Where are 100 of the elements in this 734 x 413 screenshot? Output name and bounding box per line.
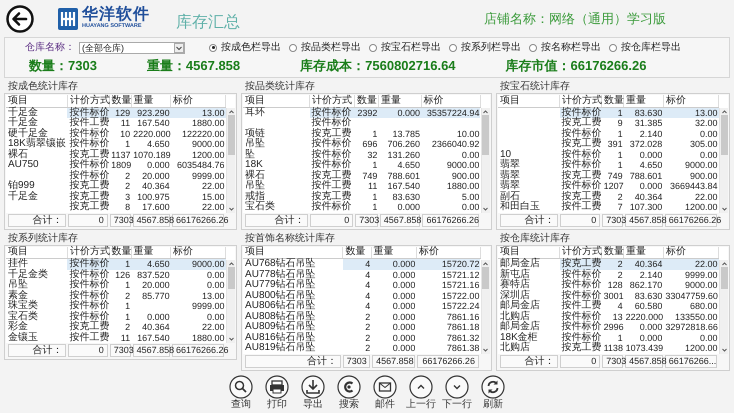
table-row[interactable]: 副石 按克工费 2 40.364 22.00: [498, 192, 718, 202]
table-row[interactable]: 按克工费 9 31.385 32.00: [498, 118, 718, 128]
table-row[interactable]: 素金 按件标价 2 85.770 13.00: [6, 290, 226, 301]
refresh-icon[interactable]: [481, 374, 505, 398]
table-row[interactable]: 项链 按克工费 1 13.785 10.00: [243, 128, 480, 139]
table-row[interactable]: 裸石 按克工费 749 788.601 900.00: [243, 170, 480, 181]
table-row[interactable]: 宝石类 按件标价 1 0.000 0.00: [243, 202, 480, 212]
column-header[interactable]: 数量: [342, 246, 372, 258]
chevron-down-icon[interactable]: [445, 374, 469, 398]
column-header[interactable]: 数量: [602, 95, 624, 107]
chevron-up-icon[interactable]: [482, 260, 490, 266]
toolbar-button[interactable]: 导出: [297, 374, 329, 410]
table-row[interactable]: 千足金 按件工费 11 167.540 1880.00: [6, 118, 226, 128]
table-row[interactable]: 18K翡翠镶嵌 按件标价 1 4.650 9000.00: [6, 139, 226, 150]
download-icon[interactable]: [301, 374, 325, 398]
table-row[interactable]: 金镶玉 按件工费 11 167.540 1880.00: [6, 332, 226, 343]
table-row[interactable]: 翡翠 按克工费 749 788.601 900.00: [498, 170, 718, 181]
table-row[interactable]: 邮局金店 按克工费 2 40.364 22.00: [498, 258, 718, 270]
printer-icon[interactable]: [265, 374, 289, 398]
column-header[interactable]: 重量: [131, 95, 171, 107]
radio-button[interactable]: [289, 44, 297, 52]
chevron-down-icon[interactable]: [720, 206, 728, 212]
chevron-down-icon[interactable]: [228, 336, 235, 343]
table-row[interactable]: 挂件 按件标价 1 4.650 9000.00: [6, 258, 226, 270]
column-header[interactable]: 数量: [109, 95, 132, 107]
table-row[interactable]: 铂999 按克工费 2 40.364 22.00: [6, 181, 226, 192]
chevron-up-icon[interactable]: [228, 260, 235, 266]
chevron-down-icon[interactable]: [720, 346, 728, 354]
chevron-down-icon[interactable]: [482, 206, 490, 212]
table-row[interactable]: 千足金 按件标价 129 923.290 13.00: [6, 107, 226, 118]
table-row[interactable]: 吊坠 按件标价 1 20.000 0.00: [6, 280, 226, 290]
table-row[interactable]: 新屯店 按件标价 2 2.140 9999.00: [498, 270, 718, 280]
toolbar-button[interactable]: 上一行: [405, 374, 437, 410]
table-row[interactable]: 18K 按件标价 1 4.650 9000.00: [243, 160, 480, 170]
toolbar-button[interactable]: 打印: [261, 374, 293, 410]
table-row[interactable]: 裸石 按克工费 1137 1070.189 1200.00: [6, 150, 226, 160]
table-row[interactable]: 耳环 按件标价 2392 0.000 35357224.94: [243, 107, 480, 118]
chevron-up-icon[interactable]: [482, 108, 490, 115]
table-row[interactable]: 戒指 按克工费 1 83.630 5.00: [243, 192, 480, 202]
column-header[interactable]: 标价: [170, 95, 226, 107]
back-button[interactable]: [6, 4, 34, 32]
table-row[interactable]: 深圳店 按件标价 3001 83.630 33047759.60: [498, 290, 718, 301]
column-header[interactable]: 重量: [131, 246, 171, 258]
toolbar-button[interactable]: 搜索: [333, 374, 365, 410]
toolbar-button[interactable]: 刷新: [477, 374, 509, 410]
table-row[interactable]: 和田白玉 按件工费 7 107.300 1200.00: [498, 202, 718, 212]
table-row[interactable]: 彩金 按克工费 2 40.364 22.00: [6, 322, 226, 332]
column-header[interactable]: 计价方式: [560, 95, 602, 107]
chevron-down-icon[interactable]: [228, 206, 235, 212]
column-header[interactable]: 项目: [243, 246, 343, 258]
chevron-down-icon[interactable]: [482, 346, 490, 354]
toolbar-button[interactable]: 查询: [225, 374, 257, 410]
table-row[interactable]: AU806钻石吊坠 4 0.000 15722.24: [243, 301, 480, 312]
column-header[interactable]: 重量: [371, 246, 416, 258]
table-row[interactable]: 按克工费 8 17.600 22.00: [6, 202, 226, 212]
table-row[interactable]: 按件标价 1 2.140 0.00: [498, 128, 718, 139]
table-row[interactable]: 坠 按件标价 32 131.260 0.00: [243, 150, 480, 160]
chevron-up-icon[interactable]: [720, 260, 728, 266]
column-header[interactable]: 计价方式: [560, 246, 602, 258]
column-header[interactable]: 计价方式: [67, 246, 110, 258]
scrollbar[interactable]: [226, 108, 236, 212]
warehouse-dropdown[interactable]: (全部仓库): [79, 42, 185, 54]
table-row[interactable]: 18K金柜 按件标价 1 0.000 0.00: [498, 332, 718, 343]
column-header[interactable]: 标价: [170, 246, 226, 258]
table-row[interactable]: 按件标价: [243, 118, 480, 128]
chevron-up-icon[interactable]: [228, 108, 235, 115]
chevron-up-icon[interactable]: [409, 374, 433, 398]
radio-button[interactable]: [449, 44, 457, 52]
table-row[interactable]: 按克工费 391 372.028 305.00: [498, 139, 718, 150]
table-row[interactable]: 吊坠 按件工费 11 167.540 1880.00: [243, 181, 480, 192]
table-row[interactable]: AU779钻石吊坠 4 0.000 15721.16: [243, 280, 480, 290]
table-row[interactable]: 珠宝类 按件标价 1 9999.00: [6, 301, 226, 312]
table-row[interactable]: 翡翠 按件标价 1 4.650 9000.00: [498, 160, 718, 170]
radio-label[interactable]: 按仓库栏导出: [621, 40, 681, 55]
scrollbar[interactable]: [719, 108, 728, 212]
radio-label[interactable]: 按宝石栏导出: [381, 40, 441, 55]
column-header[interactable]: 重量: [378, 95, 422, 107]
table-row[interactable]: 千足金类 按件标价 126 837.520 0.00: [6, 270, 226, 280]
column-header[interactable]: 重量: [624, 246, 664, 258]
table-row[interactable]: 北购店 按克工费 1138 1073.439 1200.00: [498, 343, 718, 354]
radio-label[interactable]: 按成色栏导出: [221, 40, 281, 55]
table-row[interactable]: 10 按件标价 1 0.000 0.00: [498, 150, 718, 160]
column-header[interactable]: 项目: [6, 95, 68, 107]
table-row[interactable]: AU750 按件标价 1809 0.000 6035484.76: [6, 160, 226, 170]
table-row[interactable]: 翡翠 按件标价 1207 0.000 3669443.84: [498, 181, 718, 192]
table-row[interactable]: AU768钻石吊坠 4 0.000 15720.72: [243, 258, 480, 270]
radio-label[interactable]: 按名称栏导出: [541, 40, 601, 55]
toolbar-button[interactable]: 下一行: [441, 374, 473, 410]
table-row[interactable]: 宝石类 按件标价 1 0.000 0.00: [6, 312, 226, 322]
table-row[interactable]: 硬千足金 按件标价 10 2220.000 122220.00: [6, 128, 226, 139]
radio-button[interactable]: [369, 44, 377, 52]
table-row[interactable]: 按件标价 2 20.000 9999.00: [6, 170, 226, 181]
toolbar-button[interactable]: 邮件: [369, 374, 401, 410]
table-row[interactable]: AU800钻石吊坠 4 0.000 15722.00: [243, 290, 480, 301]
column-header[interactable]: 计价方式: [310, 95, 355, 107]
scrollbar[interactable]: [719, 260, 728, 354]
column-header[interactable]: 重量: [624, 95, 664, 107]
table-row[interactable]: 邮局金店 按件工费 4 60.580 680.00: [498, 301, 718, 312]
table-row[interactable]: 千足金 按克工费 3 100.975 15.00: [6, 192, 226, 202]
column-header[interactable]: 计价方式: [67, 95, 110, 107]
